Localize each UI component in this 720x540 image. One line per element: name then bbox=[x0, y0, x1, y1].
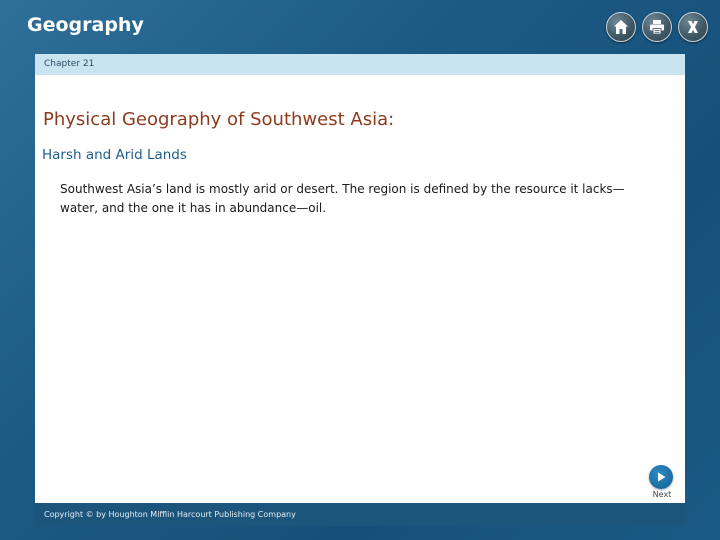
footer-bar: Copyright © by Houghton Mifflin Harcourt… bbox=[35, 503, 685, 526]
print-icon bbox=[648, 18, 666, 36]
home-icon bbox=[612, 18, 630, 36]
chapter-bar: Chapter 21 bbox=[35, 54, 685, 75]
next-label[interactable]: Next bbox=[647, 490, 677, 499]
close-button[interactable] bbox=[678, 12, 708, 42]
app-title: Geography bbox=[27, 14, 144, 36]
play-arrow-icon bbox=[655, 468, 667, 487]
print-button[interactable] bbox=[642, 12, 672, 42]
copyright-text: Copyright © by Houghton Mifflin Harcourt… bbox=[44, 510, 296, 519]
chapter-label: Chapter 21 bbox=[44, 59, 95, 69]
page-title: Physical Geography of Southwest Asia: bbox=[43, 109, 395, 130]
section-subtitle: Harsh and Arid Lands bbox=[42, 147, 187, 163]
toolbar bbox=[606, 12, 708, 42]
body-paragraph: Southwest Asia’s land is mostly arid or … bbox=[60, 182, 625, 215]
home-button[interactable] bbox=[606, 12, 636, 42]
next-button[interactable] bbox=[649, 465, 673, 489]
content-panel: Physical Geography of Southwest Asia: Ha… bbox=[35, 75, 685, 503]
close-icon bbox=[684, 18, 702, 36]
